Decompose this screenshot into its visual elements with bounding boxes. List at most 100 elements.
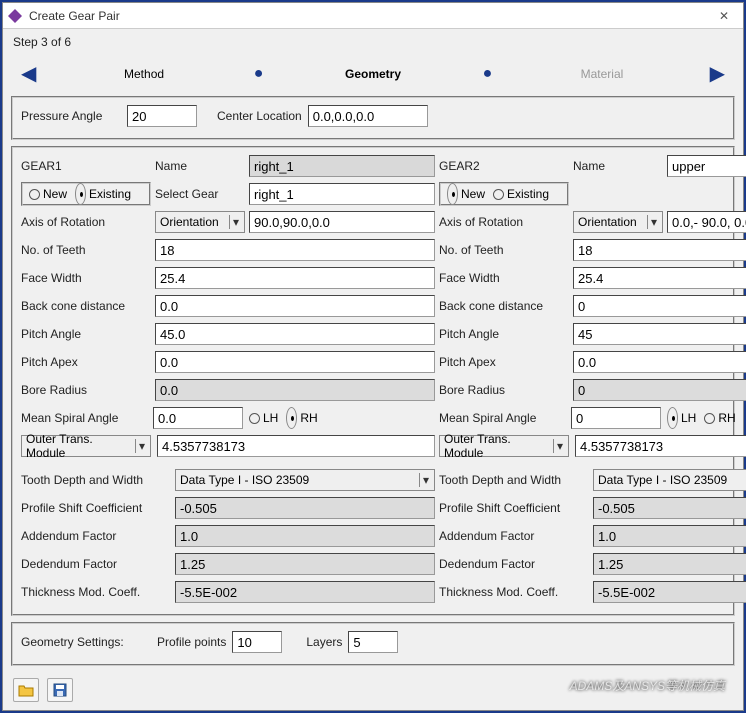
gear1-facewidth-input[interactable] bbox=[155, 267, 435, 289]
gear2-pitchangle-label: Pitch Angle bbox=[439, 327, 569, 341]
step-dot-1: ● bbox=[244, 65, 274, 83]
gear2-teeth-input[interactable] bbox=[573, 239, 746, 261]
gear1-select-gear-label: Select Gear bbox=[155, 187, 245, 201]
open-folder-icon bbox=[18, 683, 34, 697]
gear2-thickness-input[interactable] bbox=[593, 581, 746, 603]
tab-method[interactable]: Method bbox=[48, 65, 239, 83]
gear1-dedendum-input[interactable] bbox=[175, 553, 435, 575]
gear1-bore-label: Bore Radius bbox=[21, 383, 151, 397]
titlebar: Create Gear Pair ✕ bbox=[3, 3, 743, 29]
gear1-spiral-label: Mean Spiral Angle bbox=[21, 411, 147, 425]
gear1-backcone-label: Back cone distance bbox=[21, 299, 151, 313]
wizard-next[interactable]: ▶ bbox=[702, 61, 733, 86]
gear2-dedendum-input[interactable] bbox=[593, 553, 746, 575]
app-icon bbox=[7, 8, 23, 24]
gear1-rh[interactable]: RH bbox=[286, 407, 317, 429]
gear1-teeth-input[interactable] bbox=[155, 239, 435, 261]
gear2-dedendum-label: Dedendum Factor bbox=[439, 557, 589, 571]
gear2-lh[interactable]: LH bbox=[667, 407, 696, 429]
gear1-orientation-select[interactable]: Orientation▾ bbox=[155, 211, 245, 233]
save-button[interactable] bbox=[47, 678, 73, 702]
layers-label: Layers bbox=[306, 635, 342, 649]
gear1-mode-new[interactable]: New bbox=[29, 187, 67, 201]
gear1-lh[interactable]: LH bbox=[249, 411, 278, 425]
window-title: Create Gear Pair bbox=[29, 9, 709, 23]
gear1-pitchapex-input[interactable] bbox=[155, 351, 435, 373]
profile-points-input[interactable] bbox=[232, 631, 282, 653]
gear1-addendum-input[interactable] bbox=[175, 525, 435, 547]
gear2-module-type-select[interactable]: Outer Trans. Module▾ bbox=[439, 435, 569, 457]
gear1-profileshift-input[interactable] bbox=[175, 497, 435, 519]
gear2-module-input[interactable] bbox=[575, 435, 746, 457]
gear1-dedendum-label: Dedendum Factor bbox=[21, 557, 171, 571]
gear2-facewidth-input[interactable] bbox=[573, 267, 746, 289]
gear2-name-input[interactable] bbox=[667, 155, 746, 177]
chevron-down-icon: ▾ bbox=[229, 215, 242, 229]
gear2-backcone-input[interactable] bbox=[573, 295, 746, 317]
gear2-addendum-label: Addendum Factor bbox=[439, 529, 589, 543]
gear1-thickness-input[interactable] bbox=[175, 581, 435, 603]
gear2-addendum-input[interactable] bbox=[593, 525, 746, 547]
gear1-pitchangle-input[interactable] bbox=[155, 323, 435, 345]
gear2-pitchapex-input[interactable] bbox=[573, 351, 746, 373]
step-dot-2: ● bbox=[473, 65, 503, 83]
close-button[interactable]: ✕ bbox=[709, 7, 739, 25]
gear2-mode-existing[interactable]: Existing bbox=[493, 187, 549, 201]
gear1-bore-input[interactable] bbox=[155, 379, 435, 401]
gear1-backcone-input[interactable] bbox=[155, 295, 435, 317]
pressure-angle-input[interactable] bbox=[127, 105, 197, 127]
gear2-backcone-label: Back cone distance bbox=[439, 299, 569, 313]
gear1-addendum-label: Addendum Factor bbox=[21, 529, 171, 543]
gear1-teeth-label: No. of Teeth bbox=[21, 243, 151, 257]
gear1-axis-label: Axis of Rotation bbox=[21, 215, 151, 229]
gear1-select-gear-input[interactable] bbox=[249, 183, 435, 205]
chevron-down-icon: ▾ bbox=[419, 473, 432, 487]
gear1-header: GEAR1 bbox=[21, 159, 151, 173]
wizard-prev[interactable]: ◀ bbox=[13, 61, 44, 86]
save-disk-icon bbox=[53, 683, 67, 697]
gear2-datatype-select[interactable]: Data Type I - ISO 23509▾ bbox=[593, 469, 746, 491]
gear1-profileshift-label: Profile Shift Coefficient bbox=[21, 501, 171, 515]
gear1-facewidth-label: Face Width bbox=[21, 271, 151, 285]
gear1-datatype-select[interactable]: Data Type I - ISO 23509▾ bbox=[175, 469, 435, 491]
step-label: Step 3 of 6 bbox=[3, 29, 743, 55]
gear2-bore-input[interactable] bbox=[573, 379, 746, 401]
gear1-column: GEAR1 Name New Existing Select Gear Axis… bbox=[21, 154, 435, 608]
gear2-spiral-input[interactable] bbox=[571, 407, 661, 429]
gear2-orientation-input[interactable] bbox=[667, 211, 746, 233]
center-location-input[interactable] bbox=[308, 105, 428, 127]
chevron-down-icon: ▾ bbox=[135, 439, 148, 453]
gear1-mode-existing[interactable]: Existing bbox=[75, 183, 131, 205]
gear2-profileshift-label: Profile Shift Coefficient bbox=[439, 501, 589, 515]
gear1-module-type-select[interactable]: Outer Trans. Module▾ bbox=[21, 435, 151, 457]
gear2-profileshift-input[interactable] bbox=[593, 497, 746, 519]
gear2-rh[interactable]: RH bbox=[704, 411, 735, 425]
pressure-angle-label: Pressure Angle bbox=[21, 109, 121, 123]
chevron-down-icon: ▾ bbox=[647, 215, 660, 229]
gears-frame: GEAR1 Name New Existing Select Gear Axis… bbox=[11, 146, 735, 616]
gear2-axis-label: Axis of Rotation bbox=[439, 215, 569, 229]
gear2-pitchangle-input[interactable] bbox=[573, 323, 746, 345]
gear2-spiral-label: Mean Spiral Angle bbox=[439, 411, 565, 425]
gear1-module-input[interactable] bbox=[157, 435, 435, 457]
gear2-column: GEAR2 Name New Existing Axis of Rotation… bbox=[439, 154, 746, 608]
gear1-orientation-input[interactable] bbox=[249, 211, 435, 233]
open-button[interactable] bbox=[13, 678, 39, 702]
layers-input[interactable] bbox=[348, 631, 398, 653]
tab-geometry[interactable]: Geometry bbox=[277, 65, 468, 83]
gear2-teeth-label: No. of Teeth bbox=[439, 243, 569, 257]
gear1-name-input[interactable] bbox=[249, 155, 435, 177]
gear2-orientation-select[interactable]: Orientation▾ bbox=[573, 211, 663, 233]
geometry-settings-frame: Geometry Settings: Profile points Layers bbox=[11, 622, 735, 666]
gear1-spiral-input[interactable] bbox=[153, 407, 243, 429]
gear2-pitchapex-label: Pitch Apex bbox=[439, 355, 569, 369]
gear2-thickness-label: Thickness Mod. Coeff. bbox=[439, 585, 589, 599]
center-location-label: Center Location bbox=[217, 109, 302, 123]
wizard-nav: ◀ Method ● Geometry ● Material ▶ bbox=[3, 55, 743, 96]
gear2-name-label: Name bbox=[573, 159, 663, 173]
gear2-mode-group: New Existing bbox=[439, 182, 569, 206]
top-frame: Pressure Angle Center Location bbox=[11, 96, 735, 140]
chevron-down-icon: ▾ bbox=[553, 439, 566, 453]
geometry-settings-label: Geometry Settings: bbox=[21, 635, 151, 649]
gear2-mode-new[interactable]: New bbox=[447, 183, 485, 205]
